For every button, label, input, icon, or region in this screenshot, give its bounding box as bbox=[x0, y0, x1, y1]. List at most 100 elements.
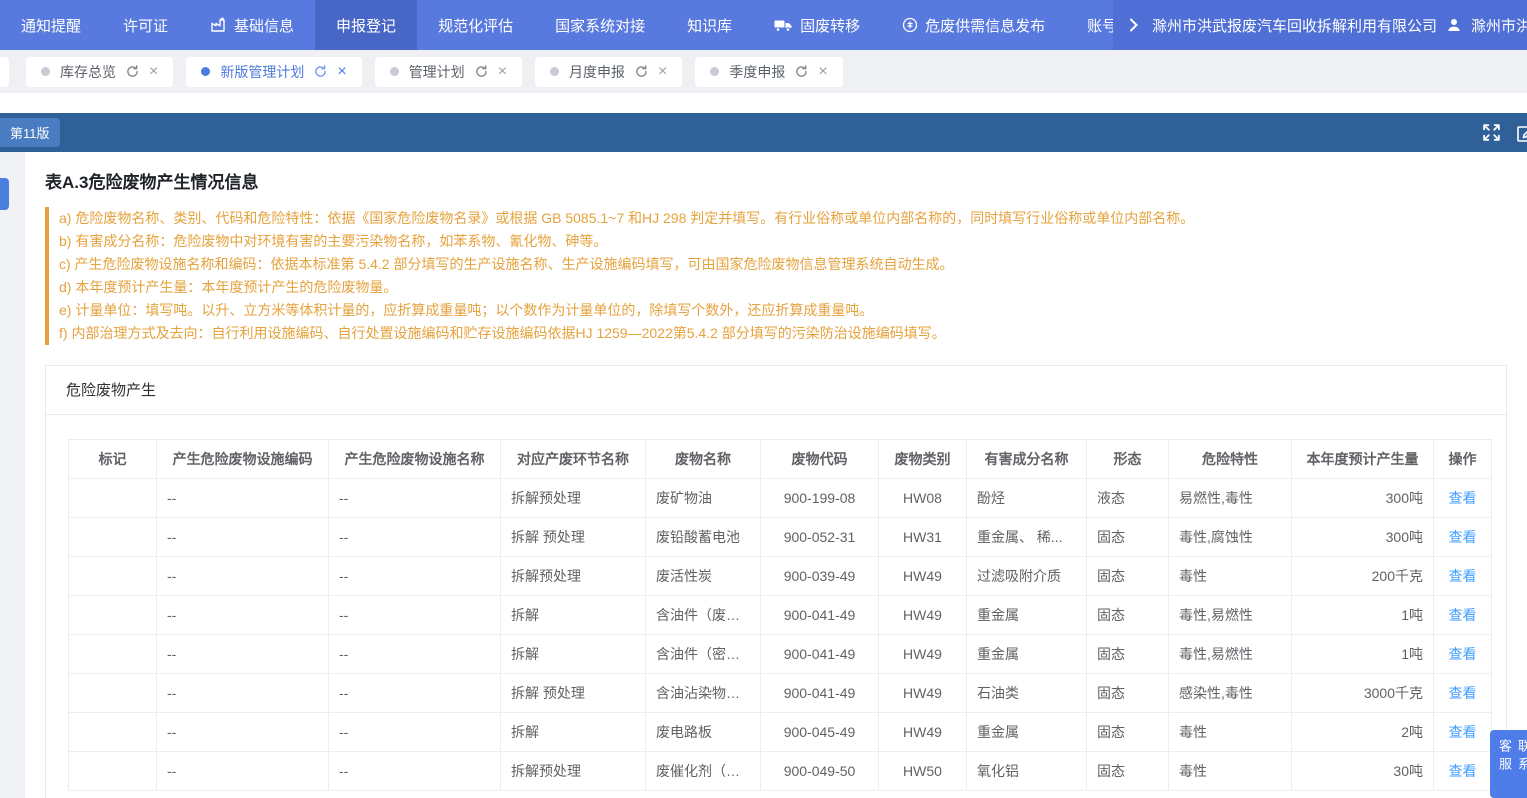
nav-item-label: 规范化评估 bbox=[438, 15, 513, 36]
close-icon[interactable]: × bbox=[818, 64, 827, 80]
table-cell: 废催化剂（三... bbox=[646, 752, 761, 791]
table-cell: 拆解预处理 bbox=[501, 479, 646, 518]
view-link[interactable]: 查看 bbox=[1449, 685, 1477, 701]
table-cell: -- bbox=[157, 713, 329, 752]
tab-label: 管理计划 bbox=[409, 62, 465, 82]
view-link[interactable]: 查看 bbox=[1449, 646, 1477, 662]
table-cell: 易燃性,毒性 bbox=[1169, 479, 1292, 518]
table-cell: 石油类 bbox=[967, 674, 1087, 713]
table-cell: -- bbox=[157, 674, 329, 713]
table-cell: 900-045-49 bbox=[761, 713, 879, 752]
table-cell: 拆解 bbox=[501, 713, 646, 752]
view-link[interactable]: 查看 bbox=[1449, 568, 1477, 584]
view-link[interactable]: 查看 bbox=[1449, 490, 1477, 506]
refresh-icon[interactable] bbox=[635, 65, 648, 78]
note-line: f) 内部治理方式及去向：自行利用设施编码、自行处置设施编码和贮存设施编码依据H… bbox=[59, 322, 1507, 345]
user-name[interactable]: 滁州市洪... bbox=[1471, 15, 1527, 36]
table-cell: -- bbox=[329, 635, 501, 674]
note-line: b) 有害成分名称：危险废物中对环境有害的主要污染物名称，如苯系物、氰化物、砷等… bbox=[59, 230, 1507, 253]
column-header: 操作 bbox=[1434, 440, 1492, 479]
tab-management-plan[interactable]: 管理计划 × bbox=[375, 57, 522, 87]
column-header: 危险特性 bbox=[1169, 440, 1292, 479]
content-panel: 表A.3危险废物产生情况信息 a) 危险废物名称、类别、代码和危险特性：依据《国… bbox=[25, 152, 1527, 798]
table-cell bbox=[69, 596, 157, 635]
tab-new-management-plan[interactable]: 新版管理计划× bbox=[186, 57, 361, 87]
nav-item-label: 固废转移 bbox=[800, 15, 860, 36]
tab-monthly-report[interactable]: 月度申报 × bbox=[535, 57, 682, 87]
table-cell-action: 查看 bbox=[1434, 713, 1492, 752]
waste-table: 标记产生危险废物设施编码产生危险废物设施名称对应产废环节名称废物名称废物代码废物… bbox=[68, 439, 1492, 791]
tab-inventory-overview[interactable]: 库存总览 × bbox=[26, 57, 173, 87]
nav-item-knowledge-base[interactable]: 知识库 bbox=[666, 0, 753, 50]
nav-item-label: 国家系统对接 bbox=[555, 15, 645, 36]
nav-item-basic-info[interactable]: 基础信息 bbox=[189, 0, 315, 50]
nav-item-standard-eval[interactable]: 规范化评估 bbox=[417, 0, 534, 50]
refresh-icon[interactable] bbox=[126, 65, 139, 78]
table-cell: 固态 bbox=[1087, 518, 1169, 557]
view-link[interactable]: 查看 bbox=[1449, 763, 1477, 779]
nav-account-area[interactable]: 滁州市洪武报废汽车回收拆解利用有限公司 滁州市洪... bbox=[1113, 0, 1527, 50]
table-cell: -- bbox=[329, 557, 501, 596]
close-icon[interactable]: × bbox=[337, 64, 346, 80]
table-cell: HW49 bbox=[879, 635, 967, 674]
column-header: 形态 bbox=[1087, 440, 1169, 479]
table-cell-action: 查看 bbox=[1434, 518, 1492, 557]
refresh-icon[interactable] bbox=[795, 65, 808, 78]
table-cell: 毒性,易燃性 bbox=[1169, 635, 1292, 674]
table-cell-action: 查看 bbox=[1434, 479, 1492, 518]
view-link[interactable]: 查看 bbox=[1449, 724, 1477, 740]
table-cell: -- bbox=[329, 752, 501, 791]
table-cell: -- bbox=[329, 674, 501, 713]
tab-status-dot bbox=[710, 67, 719, 76]
factory-icon bbox=[210, 17, 227, 33]
table-cell: 重金属 bbox=[967, 713, 1087, 752]
tab-quarterly-report[interactable]: 季度申报× bbox=[695, 57, 842, 87]
tab-label: 月度申报 bbox=[569, 62, 625, 82]
drawer-handle[interactable] bbox=[0, 178, 9, 210]
tab-bar: 库存总览×新版管理计划×管理计划×月度申报×季度申报× bbox=[0, 50, 1527, 93]
table-cell: HW08 bbox=[879, 479, 967, 518]
table-cell: -- bbox=[157, 752, 329, 791]
view-link[interactable]: 查看 bbox=[1449, 607, 1477, 623]
nav-item-account[interactable]: 账号管理 bbox=[1066, 0, 1113, 50]
nav-item-waste-transfer[interactable]: 固废转移 bbox=[753, 0, 881, 50]
close-icon[interactable]: × bbox=[149, 64, 158, 80]
tab-partial[interactable] bbox=[0, 57, 9, 87]
table-cell: HW49 bbox=[879, 557, 967, 596]
chevron-right-icon bbox=[1129, 18, 1139, 32]
nav-item-supply-demand[interactable]: 危废供需信息发布 bbox=[881, 0, 1066, 50]
table-cell bbox=[69, 518, 157, 557]
table-cell: 毒性,易燃性 bbox=[1169, 596, 1292, 635]
table-cell: 200千克 bbox=[1292, 557, 1434, 596]
fullscreen-icon[interactable] bbox=[1482, 123, 1501, 142]
nav-item-label: 基础信息 bbox=[234, 15, 294, 36]
tab-label: 库存总览 bbox=[60, 62, 116, 82]
edit-icon[interactable] bbox=[1516, 123, 1527, 143]
view-link[interactable]: 查看 bbox=[1449, 529, 1477, 545]
spacer bbox=[0, 93, 1527, 113]
nav-item-national-system[interactable]: 国家系统对接 bbox=[534, 0, 666, 50]
refresh-icon[interactable] bbox=[314, 65, 327, 78]
tab-status-dot bbox=[390, 67, 399, 76]
table-cell: 固态 bbox=[1087, 713, 1169, 752]
table-cell: HW31 bbox=[879, 518, 967, 557]
table-row: ----拆解 预处理含油沾染物（...900-041-49HW49石油类固态感染… bbox=[69, 674, 1492, 713]
table-body: ----拆解预处理废矿物油900-199-08HW08酚烃液态易燃性,毒性300… bbox=[69, 479, 1492, 791]
nav-item-declaration[interactable]: 申报登记 bbox=[315, 0, 417, 50]
column-header: 废物代码 bbox=[761, 440, 879, 479]
nav-item-notifications[interactable]: 通知提醒 bbox=[0, 0, 102, 50]
table-cell bbox=[69, 752, 157, 791]
table-cell-action: 查看 bbox=[1434, 674, 1492, 713]
table-cell: 900-049-50 bbox=[761, 752, 879, 791]
close-icon[interactable]: × bbox=[498, 64, 507, 80]
table-cell: HW49 bbox=[879, 713, 967, 752]
table-cell: -- bbox=[157, 635, 329, 674]
table-cell: 900-041-49 bbox=[761, 596, 879, 635]
refresh-icon[interactable] bbox=[475, 65, 488, 78]
table-cell: 含油件（废机... bbox=[646, 596, 761, 635]
contact-support-badge[interactable]: 联系客服 bbox=[1490, 730, 1527, 798]
close-icon[interactable]: × bbox=[658, 64, 667, 80]
table-cell: -- bbox=[329, 596, 501, 635]
column-header: 标记 bbox=[69, 440, 157, 479]
nav-item-license[interactable]: 许可证 bbox=[102, 0, 189, 50]
